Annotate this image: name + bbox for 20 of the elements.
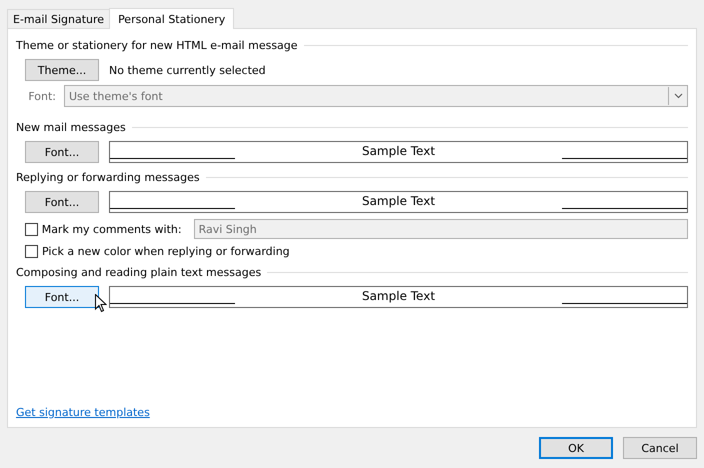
section-heading: Theme or stationery for new HTML e-mail message	[16, 38, 298, 52]
tab[interactable]: E-mail Signature	[7, 9, 110, 28]
mouse-pointer-icon	[95, 294, 107, 313]
tab[interactable]: Personal Stationery	[109, 8, 234, 29]
font-button[interactable]: Font...	[25, 141, 99, 163]
font-sample-box: Sample Text	[109, 191, 688, 213]
section-heading: Replying or forwarding messages	[16, 170, 200, 184]
signature-templates-link[interactable]: Get signature templates	[16, 406, 150, 419]
dialog-button[interactable]: Cancel	[623, 437, 697, 459]
section-heading: Composing and reading plain text messages	[16, 266, 262, 278]
font-button[interactable]: Font...	[25, 286, 99, 308]
font-sample-box: Sample Text	[109, 286, 688, 308]
font-button[interactable]: Font...	[25, 191, 99, 213]
font-sample-box: Sample Text	[109, 141, 688, 163]
checkbox[interactable]	[25, 245, 38, 258]
dialog-button[interactable]: OK	[539, 437, 613, 459]
section-heading: New mail messages	[16, 120, 126, 134]
checkbox-label[interactable]: Pick a new color when replying or forwarding	[42, 245, 290, 258]
font-label: Font:	[27, 90, 56, 102]
theme-status: No theme currently selected	[109, 64, 266, 76]
